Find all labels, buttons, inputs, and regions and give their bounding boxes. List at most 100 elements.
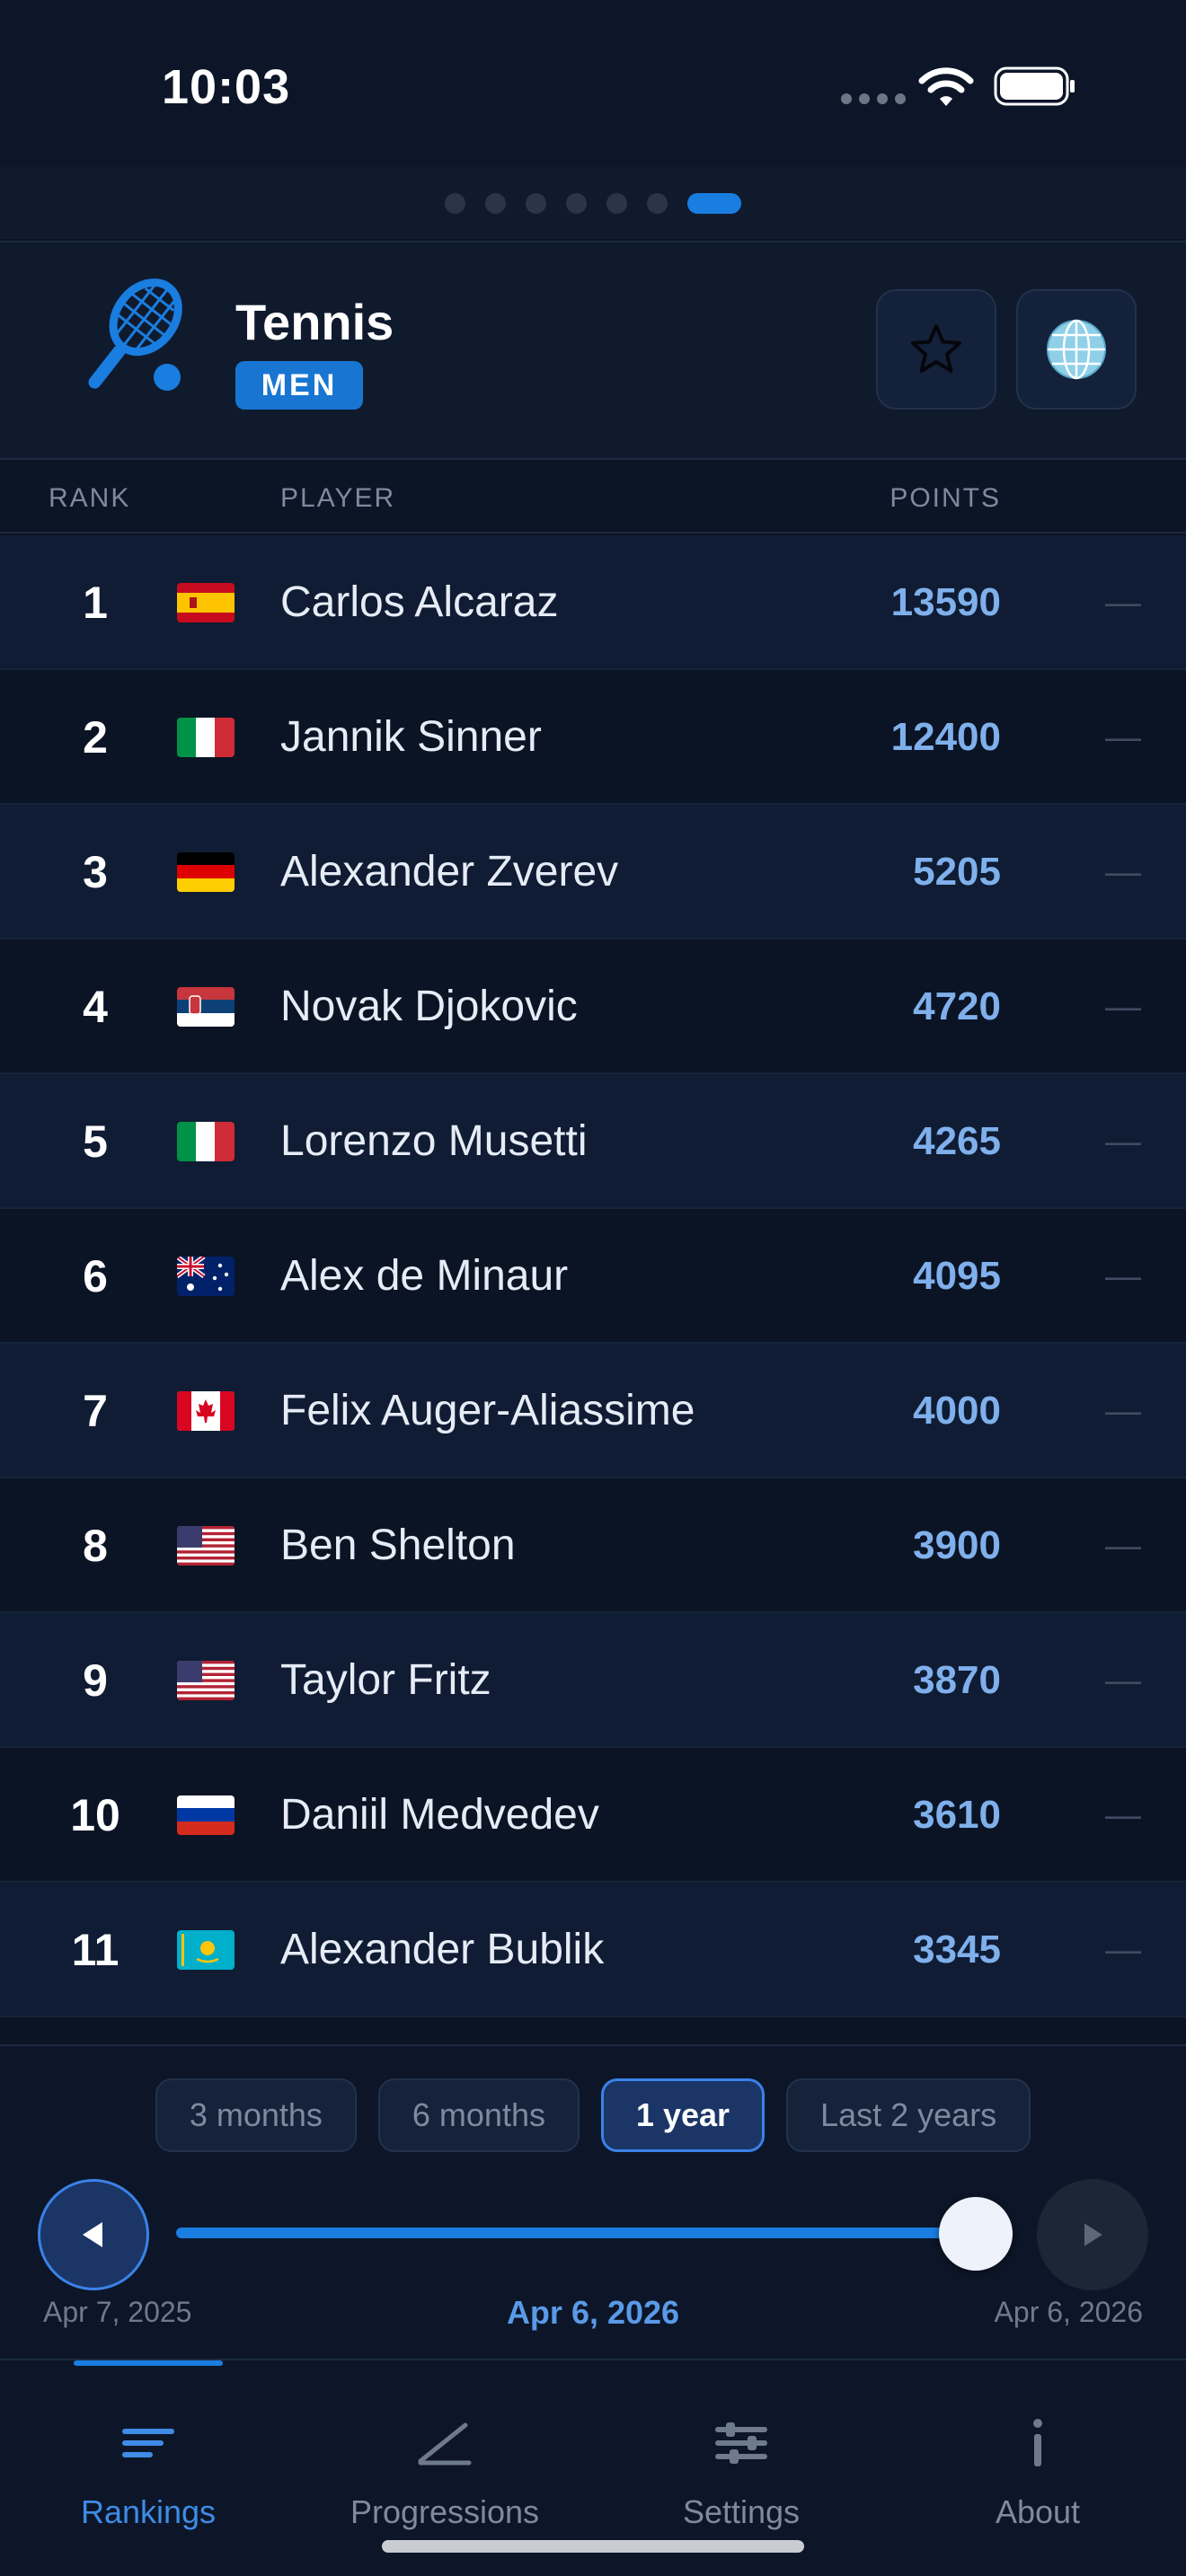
page-dot[interactable] [526, 192, 546, 214]
ranking-row[interactable]: 7 Felix Auger-Aliassime 4000 — [0, 1344, 1186, 1478]
timeline-end-date: Apr 6, 2026 [994, 2296, 1143, 2328]
app-root: 10:03 Tennis MEN RANK PLAYER POINTS 1 Ca… [0, 0, 1186, 2576]
ranking-row[interactable]: 2 Jannik Sinner 12400 — [0, 670, 1186, 805]
page-dot[interactable] [445, 192, 465, 214]
time-controls: 3 months 6 months 1 year Last 2 years Apr 7… [0, 2044, 1186, 2359]
column-header-rank: RANK [49, 483, 131, 513]
rank-change: — [1105, 718, 1141, 757]
rank-change: — [1105, 852, 1141, 892]
country-flag-icon [177, 1661, 235, 1700]
rank-change: — [1105, 1122, 1141, 1161]
globe-icon [1047, 319, 1106, 380]
rank-change: — [1105, 1661, 1141, 1700]
sport-header: Tennis MEN [0, 241, 1186, 460]
settings-icon [715, 2422, 767, 2464]
player-name: Alex de Minaur [280, 1252, 569, 1300]
player-points: 4720 [913, 984, 1001, 1028]
region-button[interactable] [1016, 289, 1137, 410]
rank-number: 4 [83, 982, 108, 1032]
period-button[interactable]: 3 months [155, 2078, 357, 2152]
rank-number: 11 [71, 1925, 119, 1975]
rank-number: 6 [83, 1251, 108, 1301]
page-dot[interactable] [485, 192, 506, 214]
rank-change: — [1105, 987, 1141, 1027]
tab-rankings[interactable]: Rankings [0, 2393, 296, 2530]
country-flag-icon [177, 987, 235, 1027]
country-flag-icon [177, 852, 235, 892]
timeline-slider-thumb[interactable] [939, 2197, 1013, 2271]
timeline-slider-track[interactable] [176, 2228, 976, 2238]
player-name: Alexander Zverev [280, 848, 619, 895]
tab-label: About [995, 2493, 1081, 2530]
ranking-row[interactable]: 11 Alexander Bublik 3345 — [0, 1883, 1186, 2017]
ranking-row[interactable]: 3 Alexander Zverev 5205 — [0, 805, 1186, 940]
tab-label: Rankings [80, 2493, 217, 2530]
page-dot[interactable] [566, 192, 587, 214]
country-flag-icon [177, 718, 235, 757]
status-bar: 10:03 [0, 0, 1186, 167]
tab-about[interactable]: About [890, 2393, 1186, 2530]
star-icon [911, 324, 961, 373]
rankings-icon [122, 2429, 174, 2457]
rank-number: 3 [83, 847, 108, 897]
player-name: Taylor Fritz [280, 1656, 491, 1704]
page-dot[interactable] [647, 192, 668, 214]
country-flag-icon [177, 1930, 235, 1970]
ranking-row[interactable]: 5 Lorenzo Musetti 4265 — [0, 1074, 1186, 1209]
period-button[interactable]: 1 year [600, 2078, 766, 2152]
ranking-row[interactable]: 4 Novak Djokovic 4720 — [0, 940, 1186, 1074]
rank-number: 8 [83, 1521, 108, 1571]
period-selector: 3 months 6 months 1 year Last 2 years [0, 2078, 1186, 2152]
period-button[interactable]: Last 2 years [786, 2078, 1031, 2152]
next-button[interactable] [1037, 2179, 1148, 2290]
period-button[interactable]: 6 months [377, 2078, 580, 2152]
page-indicator[interactable] [0, 167, 1186, 239]
player-name: Daniil Medvedev [280, 1791, 599, 1839]
cellular-signal-icon [841, 93, 906, 104]
tab-progressions[interactable]: Progressions [296, 2393, 593, 2530]
page-dot[interactable] [606, 192, 627, 214]
column-header-points: POINTS [890, 483, 1001, 513]
favorite-button[interactable] [876, 289, 996, 410]
rank-change: — [1105, 1391, 1141, 1431]
battery-icon [994, 66, 1075, 106]
ranking-row[interactable]: 6 Alex de Minaur 4095 — [0, 1209, 1186, 1344]
tennis-racket-icon [88, 278, 182, 391]
rank-number: 10 [70, 1790, 120, 1840]
ranking-row[interactable]: 10 Daniil Medvedev 3610 — [0, 1748, 1186, 1883]
page-dot[interactable] [687, 192, 741, 214]
gender-badge[interactable]: MEN [235, 361, 363, 410]
player-name: Felix Auger-Aliassime [280, 1387, 695, 1434]
player-points: 3870 [913, 1658, 1001, 1702]
player-points: 3900 [913, 1523, 1001, 1567]
player-name: Alexander Bublik [280, 1926, 605, 1973]
sport-title: Tennis [235, 294, 394, 350]
player-points: 4265 [913, 1119, 1001, 1163]
rank-number: 5 [83, 1116, 108, 1167]
country-flag-icon [177, 1391, 235, 1431]
wifi-icon [918, 67, 974, 106]
tab-settings[interactable]: Settings [593, 2393, 890, 2530]
rankings-list: 1 Carlos Alcaraz 13590 — 2 Jannik Sinner 12400… [0, 535, 1186, 2017]
player-name: Novak Djokovic [280, 983, 578, 1030]
tab-label: Settings [682, 2493, 801, 2530]
tab-label: Progressions [350, 2493, 540, 2530]
ranking-row[interactable]: 1 Carlos Alcaraz 13590 — [0, 535, 1186, 670]
column-header-player: PLAYER [280, 483, 396, 513]
country-flag-icon [177, 1795, 235, 1835]
rank-change: — [1105, 1930, 1141, 1970]
player-points: 3610 [913, 1793, 1001, 1837]
ranking-row[interactable]: 8 Ben Shelton 3900 — [0, 1478, 1186, 1613]
home-indicator [382, 2540, 804, 2553]
rank-change: — [1105, 583, 1141, 622]
country-flag-icon [177, 1526, 235, 1566]
previous-button[interactable] [38, 2179, 149, 2290]
active-tab-indicator [74, 2360, 223, 2366]
status-time: 10:03 [162, 60, 291, 114]
player-points: 5205 [913, 850, 1001, 894]
player-name: Jannik Sinner [280, 713, 542, 761]
player-points: 3345 [913, 1928, 1001, 1972]
rank-number: 7 [83, 1386, 108, 1436]
info-icon [1033, 2419, 1042, 2466]
ranking-row[interactable]: 9 Taylor Fritz 3870 — [0, 1613, 1186, 1748]
